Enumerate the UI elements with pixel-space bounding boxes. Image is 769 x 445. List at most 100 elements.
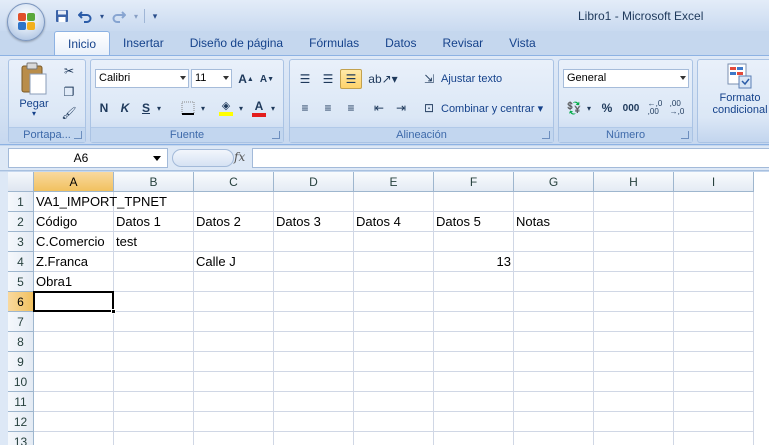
cell-g13[interactable] [514, 432, 594, 445]
cell-c6[interactable] [194, 292, 274, 312]
cell-h6[interactable] [594, 292, 674, 312]
underline-button[interactable]: S [137, 98, 155, 118]
cell-h10[interactable] [594, 372, 674, 392]
column-header-a[interactable]: A [34, 172, 114, 192]
cell-h13[interactable] [594, 432, 674, 445]
borders-icon[interactable] [177, 98, 199, 118]
cell-g11[interactable] [514, 392, 594, 412]
copy-icon[interactable]: ❐ [59, 83, 79, 101]
cell-d9[interactable] [274, 352, 354, 372]
font-size-combo[interactable]: 11 [191, 69, 232, 88]
worksheet-grid[interactable]: A B C D E F G H I 1 VA1_IMPORT_TPNET 2 Código Datos 1… [0, 172, 769, 445]
cell-b4[interactable] [114, 252, 194, 272]
cell-a10[interactable] [34, 372, 114, 392]
tab-inicio[interactable]: Inicio [54, 31, 111, 55]
cell-d5[interactable] [274, 272, 354, 292]
column-header-i[interactable]: I [674, 172, 754, 192]
cell-i5[interactable] [674, 272, 754, 292]
cell-g7[interactable] [514, 312, 594, 332]
redo-icon[interactable] [109, 7, 129, 25]
align-center-icon[interactable]: ≡ [317, 98, 339, 118]
cell-d6[interactable] [274, 292, 354, 312]
cell-e10[interactable] [354, 372, 434, 392]
cell-c4[interactable]: Calle J [194, 252, 274, 272]
cell-b3[interactable]: test [114, 232, 194, 252]
cell-c9[interactable] [194, 352, 274, 372]
cell-i13[interactable] [674, 432, 754, 445]
cell-c8[interactable] [194, 332, 274, 352]
cell-g4[interactable] [514, 252, 594, 272]
cell-h7[interactable] [594, 312, 674, 332]
cell-b7[interactable] [114, 312, 194, 332]
cell-b8[interactable] [114, 332, 194, 352]
cell-i2[interactable] [674, 212, 754, 232]
cell-e9[interactable] [354, 352, 434, 372]
column-header-g[interactable]: G [514, 172, 594, 192]
cell-h12[interactable] [594, 412, 674, 432]
cell-b2[interactable]: Datos 1 [114, 212, 194, 232]
cell-f4[interactable]: 13 [434, 252, 514, 272]
cell-h1[interactable] [594, 192, 674, 212]
cell-g6[interactable] [514, 292, 594, 312]
cell-d11[interactable] [274, 392, 354, 412]
cell-h8[interactable] [594, 332, 674, 352]
row-header-9[interactable]: 9 [8, 352, 34, 372]
cell-d2[interactable]: Datos 3 [274, 212, 354, 232]
align-top-icon[interactable]: ☰ [294, 69, 316, 89]
cell-f9[interactable] [434, 352, 514, 372]
cell-g10[interactable] [514, 372, 594, 392]
cell-a13[interactable] [34, 432, 114, 445]
number-format-combo[interactable]: General [563, 69, 689, 88]
row-header-7[interactable]: 7 [8, 312, 34, 332]
decrease-indent-icon[interactable]: ⇤ [368, 98, 390, 118]
cell-a1[interactable]: VA1_IMPORT_TPNET [34, 192, 167, 212]
wrap-text-icon[interactable]: ⇲ [420, 69, 438, 89]
grow-font-icon[interactable]: A ▲ [236, 69, 256, 89]
cell-c2[interactable]: Datos 2 [194, 212, 274, 232]
cell-i10[interactable] [674, 372, 754, 392]
merge-center-icon[interactable]: ⊡ [420, 98, 438, 118]
cell-g9[interactable] [514, 352, 594, 372]
cell-h4[interactable] [594, 252, 674, 272]
cell-f6[interactable] [434, 292, 514, 312]
cell-b6[interactable] [114, 292, 194, 312]
office-button[interactable] [7, 3, 45, 41]
clipboard-launcher-icon[interactable] [74, 131, 82, 139]
cell-h5[interactable] [594, 272, 674, 292]
cell-a5[interactable]: Obra1 [34, 272, 114, 292]
cell-g3[interactable] [514, 232, 594, 252]
cell-i3[interactable] [674, 232, 754, 252]
align-middle-icon[interactable]: ☰ [317, 69, 339, 89]
cell-g8[interactable] [514, 332, 594, 352]
tab-datos[interactable]: Datos [372, 31, 429, 55]
cell-i12[interactable] [674, 412, 754, 432]
font-name-combo[interactable]: Calibri [95, 69, 189, 88]
thousands-button[interactable]: 000 [619, 98, 643, 118]
cell-e13[interactable] [354, 432, 434, 445]
cell-h11[interactable] [594, 392, 674, 412]
cell-c12[interactable] [194, 412, 274, 432]
cell-e6[interactable] [354, 292, 434, 312]
name-box[interactable]: A6 [8, 148, 168, 168]
cell-e12[interactable] [354, 412, 434, 432]
column-header-c[interactable]: C [194, 172, 274, 192]
cell-i11[interactable] [674, 392, 754, 412]
fill-color-dropdown-icon[interactable]: ▾ [237, 98, 245, 118]
cell-a8[interactable] [34, 332, 114, 352]
cell-f5[interactable] [434, 272, 514, 292]
redo-dropdown-icon[interactable]: ▾ [132, 7, 140, 25]
cell-f12[interactable] [434, 412, 514, 432]
cell-i8[interactable] [674, 332, 754, 352]
formula-expand-pill[interactable] [172, 149, 234, 167]
undo-icon[interactable] [75, 7, 95, 25]
cell-a3[interactable]: C.Comercio [34, 232, 114, 252]
cell-h9[interactable] [594, 352, 674, 372]
cell-b9[interactable] [114, 352, 194, 372]
cell-d12[interactable] [274, 412, 354, 432]
cell-d7[interactable] [274, 312, 354, 332]
cell-d4[interactable] [274, 252, 354, 272]
row-header-12[interactable]: 12 [8, 412, 34, 432]
save-icon[interactable] [52, 7, 72, 25]
italic-button[interactable]: K [116, 98, 134, 118]
cell-a12[interactable] [34, 412, 114, 432]
